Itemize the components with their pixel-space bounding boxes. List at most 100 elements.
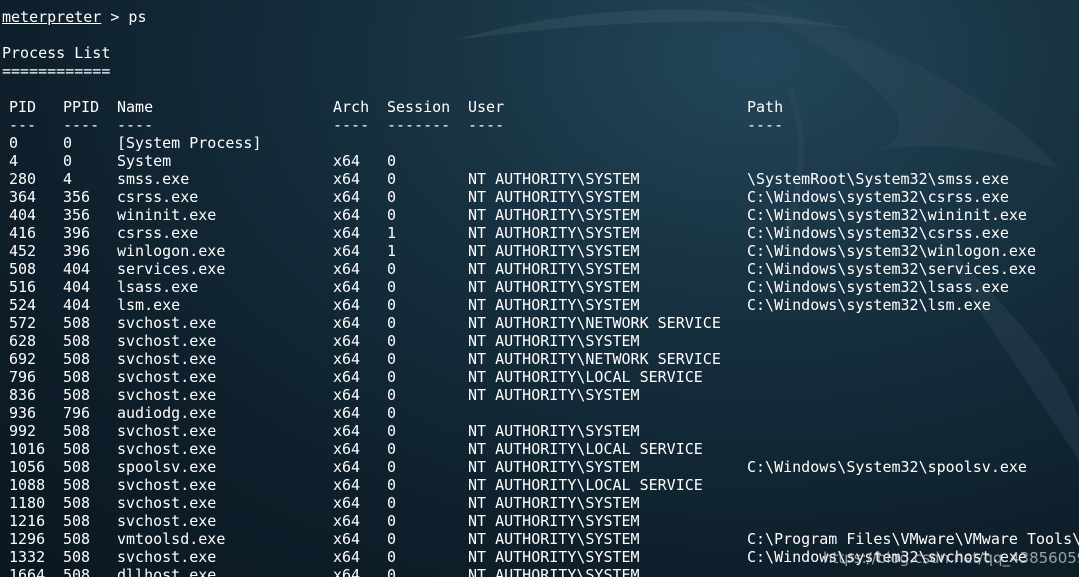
cell-name: svchost.exe (117, 314, 217, 332)
cell-arch: x64 (333, 242, 361, 260)
cell-user: NT AUTHORITY\NETWORK SERVICE (468, 350, 721, 368)
cell-ppid: 508 (63, 422, 91, 440)
cell-session: 0 (387, 476, 397, 494)
cell-ppid: 508 (63, 314, 91, 332)
cell-session: 0 (387, 494, 397, 512)
cell-path: \SystemRoot\System32\smss.exe (747, 170, 1009, 188)
cell-user: NT AUTHORITY\SYSTEM (468, 512, 640, 530)
cell-arch: x64 (333, 440, 361, 458)
cell-arch: x64 (333, 188, 361, 206)
cell-user: NT AUTHORITY\LOCAL SERVICE (468, 440, 703, 458)
cell-arch: x64 (333, 332, 361, 350)
cell-arch: x64 (333, 476, 361, 494)
table-row: 992 508 svchost.exe x64 0 NT AUTHORITY\SYSTEM (0, 422, 1079, 440)
cell-name: [System Process] (117, 134, 262, 152)
cell-user: NT AUTHORITY\SYSTEM (468, 494, 640, 512)
cell-ppid: 508 (63, 548, 91, 566)
cell-arch: x64 (333, 206, 361, 224)
table-row: 1016 508 svchost.exe x64 0 NT AUTHORITY\LOCAL… (0, 440, 1079, 458)
cell-user: NT AUTHORITY\SYSTEM (468, 206, 640, 224)
cell-ppid: 396 (63, 242, 91, 260)
cell-pid: 404 (9, 206, 37, 224)
cell-ppid: 508 (63, 530, 91, 548)
separator-path: ---- (747, 116, 784, 134)
cell-pid: 628 (9, 332, 37, 350)
cell-arch: x64 (333, 260, 361, 278)
cell-name: smss.exe (117, 170, 190, 188)
cell-path: C:\Program Files\VMware\VMware Tools\ (747, 530, 1079, 548)
cell-ppid: 396 (63, 224, 91, 242)
cell-arch: x64 (333, 152, 361, 170)
cell-user: NT AUTHORITY\SYSTEM (468, 188, 640, 206)
table-row: 1216 508 svchost.exe x64 0 NT AUTHORITY\SYSTE… (0, 512, 1079, 530)
cell-user: NT AUTHORITY\SYSTEM (468, 242, 640, 260)
table-header: PID PPID Name Arch Session User Path (0, 98, 1079, 116)
cell-name: winlogon.exe (117, 242, 226, 260)
cell-pid: 364 (9, 188, 37, 206)
cell-ppid: 508 (63, 440, 91, 458)
cell-ppid: 508 (63, 332, 91, 350)
cell-session: 0 (387, 206, 397, 224)
cell-path: C:\Windows\system32\lsass.exe (747, 278, 1009, 296)
cell-arch: x64 (333, 422, 361, 440)
cell-path: C:\Windows\system32\csrss.exe (747, 224, 1009, 242)
cell-session: 0 (387, 188, 397, 206)
table-row: 1296 508 vmtoolsd.exe x64 0 NT AUTHORITY\SYST… (0, 530, 1079, 548)
cell-user: NT AUTHORITY\SYSTEM (468, 530, 640, 548)
cell-ppid: 508 (63, 566, 91, 577)
header-session: Session (387, 98, 451, 116)
separator-session: ------- (387, 116, 451, 134)
cell-session: 0 (387, 368, 397, 386)
table-row: 508 404 services.exe x64 0 NT AUTHORITY\SYSTE… (0, 260, 1079, 278)
section-title: Process List (2, 44, 111, 62)
cell-arch: x64 (333, 224, 361, 242)
cell-name: wininit.exe (117, 206, 217, 224)
table-row: 516 404 lsass.exe x64 0 NT AUTHORITY\SYSTEM C:… (0, 278, 1079, 296)
table-row: 1664 508 dllhost.exe x64 0 NT AUTHORITY\SYSTE… (0, 566, 1079, 577)
table-row: 416 396 csrss.exe x64 1 NT AUTHORITY\SYSTEM C:… (0, 224, 1079, 242)
cell-ppid: 508 (63, 368, 91, 386)
cell-user: NT AUTHORITY\LOCAL SERVICE (468, 476, 703, 494)
cell-session: 0 (387, 548, 397, 566)
table-row: 796 508 svchost.exe x64 0 NT AUTHORITY\LOCAL … (0, 368, 1079, 386)
table-row: 628 508 svchost.exe x64 0 NT AUTHORITY\SYSTEM (0, 332, 1079, 350)
table-row: 1056 508 spoolsv.exe x64 0 NT AUTHORITY\SYSTE… (0, 458, 1079, 476)
cell-user: NT AUTHORITY\LOCAL SERVICE (468, 368, 703, 386)
header-pid: PID (9, 98, 37, 116)
terminal-window[interactable]: meterpreter > ps Process List ==========… (0, 0, 1079, 577)
cell-session: 0 (387, 566, 397, 577)
separator-name: ---- (117, 116, 154, 134)
cell-pid: 992 (9, 422, 37, 440)
cell-ppid: 404 (63, 260, 91, 278)
cell-user: NT AUTHORITY\SYSTEM (468, 296, 640, 314)
cell-arch: x64 (333, 404, 361, 422)
cell-arch: x64 (333, 170, 361, 188)
cell-ppid: 0 (63, 134, 73, 152)
cell-pid: 1664 (9, 566, 46, 577)
prompt-command: > ps (101, 8, 147, 26)
cell-ppid: 356 (63, 188, 91, 206)
cell-name: svchost.exe (117, 350, 217, 368)
cell-pid: 1216 (9, 512, 46, 530)
cell-arch: x64 (333, 548, 361, 566)
cell-pid: 1088 (9, 476, 46, 494)
cell-path: C:\Windows\system32\winlogon.exe (747, 242, 1036, 260)
cell-pid: 452 (9, 242, 37, 260)
cell-arch: x64 (333, 512, 361, 530)
table-row: 1088 508 svchost.exe x64 0 NT AUTHORITY\LOCAL… (0, 476, 1079, 494)
cell-session: 0 (387, 296, 397, 314)
cell-name: spoolsv.exe (117, 458, 217, 476)
table-separator: --- ---- ---- ---- ------- ---- ---- (0, 116, 1079, 134)
cell-arch: x64 (333, 368, 361, 386)
cell-path: C:\Windows\system32\wininit.exe (747, 206, 1027, 224)
cell-pid: 1016 (9, 440, 46, 458)
cell-pid: 572 (9, 314, 37, 332)
cell-session: 0 (387, 278, 397, 296)
cell-ppid: 508 (63, 476, 91, 494)
cell-arch: x64 (333, 566, 361, 577)
cell-pid: 280 (9, 170, 37, 188)
cell-session: 0 (387, 170, 397, 188)
cell-ppid: 404 (63, 278, 91, 296)
cell-path: C:\Windows\system32\services.exe (747, 260, 1036, 278)
cell-pid: 524 (9, 296, 37, 314)
